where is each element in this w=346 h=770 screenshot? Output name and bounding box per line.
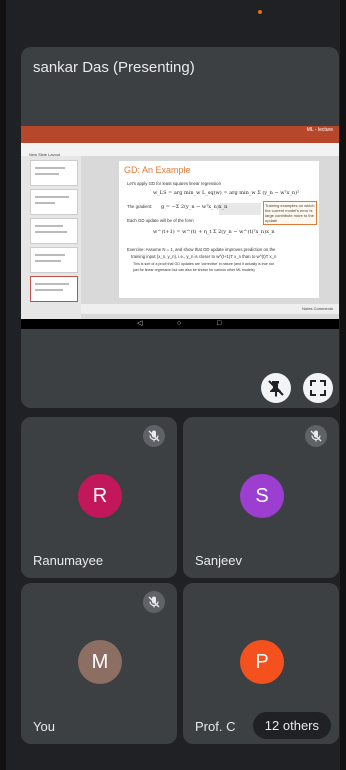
- pin-off-icon[interactable]: [261, 373, 291, 403]
- back-icon: ◁: [137, 320, 143, 327]
- participant-tile[interactable]: S Sanjeev: [183, 417, 339, 578]
- participant-tile[interactable]: M You: [21, 583, 177, 744]
- avatar: R: [78, 474, 122, 518]
- slide-bullet: training input (x_n, y_n), i.e., y_n is …: [131, 254, 277, 259]
- app-title-bar: ML - lecture: [21, 126, 339, 134]
- slide-bullet: Each GD update will be of the form: [127, 218, 194, 223]
- participant-tile[interactable]: R Ranumayee: [21, 417, 177, 578]
- slide-callout: Training examples on which the current m…: [263, 201, 317, 225]
- slide-bullet: just for linear regression but can also …: [133, 268, 255, 272]
- slide-bullet: The gradient:: [127, 204, 153, 209]
- presenter-tile[interactable]: sankar Das (Presenting) ML - lecture Fil…: [21, 47, 339, 408]
- slide-title: GD: An Example: [124, 165, 191, 175]
- slide-equation: w^(t+1) = w^(t) + η_t Σ 2(y_n − w^(t)ᵀx_…: [153, 229, 275, 235]
- android-nav-bar: ◁ ○ □: [21, 319, 339, 329]
- fullscreen-icon[interactable]: [303, 373, 333, 403]
- participant-name: You: [33, 719, 55, 734]
- status-bar: Notes Comments: [81, 304, 339, 314]
- avatar: P: [240, 640, 284, 684]
- ribbon-toolbar: New Slide Layout: [21, 143, 339, 157]
- slide-equation: g = −Σ 2(y_n − wᵀx_n)x_n: [161, 204, 228, 210]
- screen-edge-left: [0, 0, 6, 770]
- presenter-name: sankar Das (Presenting): [33, 59, 195, 76]
- avatar: S: [240, 474, 284, 518]
- others-button[interactable]: 12 others: [252, 712, 331, 739]
- slide-equation: w_LS = arg min_w L_sq(w) = arg min_w Σ (…: [153, 190, 300, 196]
- screen-edge-right: [340, 0, 346, 770]
- slide-thumbnail: [30, 189, 78, 215]
- camera-indicator-dot: [258, 10, 262, 14]
- participant-name: Prof. C: [195, 719, 236, 734]
- slide-thumbnail: [30, 218, 78, 244]
- mic-off-icon: [305, 425, 327, 447]
- slide-bullet: Exercise: Assume N = 1, and show that GD…: [127, 247, 276, 252]
- slide-thumbnails: [21, 156, 81, 319]
- participant-name: Ranumayee: [33, 553, 104, 568]
- status-text: Notes Comments: [302, 306, 333, 311]
- participant-name: Sanjeev: [195, 553, 242, 568]
- avatar: M: [78, 640, 122, 684]
- slide-thumbnail-active: [30, 276, 78, 302]
- slide-thumbnail: [30, 160, 78, 186]
- slide-thumbnail: [30, 247, 78, 273]
- recents-icon: □: [217, 320, 222, 327]
- mic-off-icon: [143, 425, 165, 447]
- home-icon: ○: [177, 320, 182, 327]
- slide-bullet: Let's apply GD for least squares linear …: [127, 181, 221, 186]
- participant-tile[interactable]: P Prof. C 12 others: [183, 583, 339, 744]
- app-title: ML - lecture: [306, 127, 333, 133]
- current-slide: GD: An Example Let's apply GD for least …: [119, 161, 319, 298]
- slide-canvas: GD: An Example Let's apply GD for least …: [81, 156, 339, 319]
- slide-bullet: This is sort of a proof that GD updates …: [133, 262, 274, 266]
- mic-off-icon: [143, 591, 165, 613]
- ribbon-tabs: File Home Insert Draw Design Transitions…: [21, 134, 339, 148]
- shared-screen: ML - lecture File Home Insert Draw Desig…: [21, 126, 339, 329]
